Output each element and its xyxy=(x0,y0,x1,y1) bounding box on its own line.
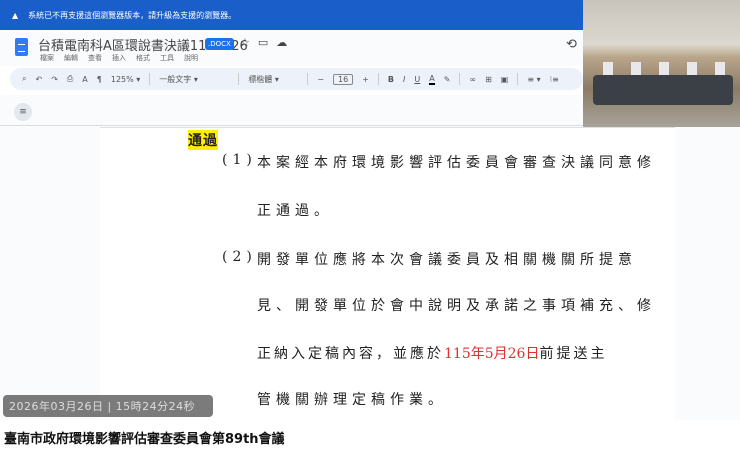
zoom-value: 125% xyxy=(110,74,134,84)
item1-line1: 本案經本府環境影響評估委員會審查決議同意修 xyxy=(257,155,656,171)
menu-view[interactable]: 查看 xyxy=(88,53,102,63)
menu-file[interactable]: 檔案 xyxy=(40,53,54,63)
line-spacing-icon[interactable]: ⁝≡ xyxy=(550,75,559,84)
redo-icon[interactable]: ↷ xyxy=(51,75,58,84)
warning-icon: ▲ xyxy=(12,10,19,20)
video-caption: 臺南市政府環境影響評估審查委員會第89th會議 xyxy=(4,432,285,447)
toolbar: ⌕ ↶ ↷ ⎙ A ¶ 125% ▾ 一般文字 ▾ 標楷體 ▾ − 16 + B… xyxy=(10,68,583,90)
deadline-date: 115年5月26日 xyxy=(444,346,540,362)
underline-icon[interactable]: U xyxy=(414,75,420,84)
unsupported-browser-banner: ▲ 系統已不再支援這個瀏覽器版本，請升級為支援的瀏覽器。 xyxy=(0,0,583,30)
menu-tools[interactable]: 工具 xyxy=(160,53,174,63)
style-value: 一般文字 xyxy=(159,74,192,84)
italic-icon[interactable]: I xyxy=(403,75,405,84)
menu-insert[interactable]: 插入 xyxy=(112,53,126,63)
meeting-video-feed xyxy=(583,0,740,127)
docx-badge: .DOCX xyxy=(205,38,234,50)
highlight-icon[interactable]: ✎ xyxy=(444,75,451,84)
menu-edit[interactable]: 編輯 xyxy=(64,53,78,63)
banner-text: 系統已不再支援這個瀏覽器版本，請升級為支援的瀏覽器。 xyxy=(28,10,237,20)
link-icon[interactable]: ∞ xyxy=(469,75,476,84)
item2-line1: 開發單位應將本次會議委員及相關機關所提意 xyxy=(257,252,637,268)
undo-icon[interactable]: ↶ xyxy=(35,75,42,84)
item2-line3-end: 前提送主 xyxy=(539,346,608,362)
align-icon[interactable]: ≡ ▾ xyxy=(527,75,540,84)
star-icon[interactable]: ☆ xyxy=(240,36,250,49)
menu-bar: 檔案 編輯 查看 插入 格式 工具 說明 xyxy=(40,53,198,63)
version-history-icon[interactable]: ⟲ xyxy=(566,37,577,52)
increase-font-button[interactable]: + xyxy=(362,75,369,84)
heading-highlighted: 通過 xyxy=(188,130,218,150)
divider xyxy=(238,73,240,85)
divider xyxy=(149,73,151,85)
print-icon[interactable]: ⎙ xyxy=(67,74,73,84)
search-icon[interactable]: ⌕ xyxy=(22,74,26,84)
comment-icon[interactable]: ⊞ xyxy=(485,75,492,84)
item2-line4: 管機關辦理定稿作業。 xyxy=(257,392,447,408)
meeting-table xyxy=(593,75,733,105)
item2-number: (2) xyxy=(222,249,257,265)
divider xyxy=(517,73,519,85)
text-color-icon[interactable]: A xyxy=(429,74,435,85)
divider xyxy=(459,73,461,85)
outline-icon[interactable]: ≡ xyxy=(14,103,32,121)
font-select[interactable]: 標楷體 ▾ xyxy=(248,74,298,85)
timestamp-overlay: 2026年03月26日 | 15時24分24秒 xyxy=(3,395,213,417)
zoom-select[interactable]: 125% ▾ xyxy=(111,75,140,84)
docs-logo-icon[interactable] xyxy=(15,38,28,56)
menu-help[interactable]: 說明 xyxy=(184,53,198,63)
divider xyxy=(377,73,379,85)
bold-icon[interactable]: B xyxy=(388,75,394,84)
item2-line2: 見、開發單位於會中說明及承諾之事項補充、修 xyxy=(257,298,656,314)
spellcheck-icon[interactable]: A xyxy=(82,75,87,84)
item1-line2: 正通過。 xyxy=(257,203,333,219)
font-size-input[interactable]: 16 xyxy=(333,73,354,85)
item2-line3-text: 正納入定稿內容，並應於 xyxy=(257,346,444,362)
image-icon[interactable]: ▣ xyxy=(501,75,509,84)
item2-line3: 正納入定稿內容，並應於115年5月26日前提送主 xyxy=(257,343,607,363)
style-select[interactable]: 一般文字 ▾ xyxy=(159,74,229,85)
menu-format[interactable]: 格式 xyxy=(136,53,150,63)
font-value: 標楷體 xyxy=(248,74,273,84)
document-page[interactable] xyxy=(100,127,675,427)
item1-number: (1) xyxy=(222,152,257,168)
decrease-font-button[interactable]: − xyxy=(317,75,324,84)
divider xyxy=(307,73,309,85)
cloud-status-icon[interactable]: ☁ xyxy=(276,36,287,49)
move-folder-icon[interactable]: ▭ xyxy=(258,36,268,49)
paint-format-icon[interactable]: ¶ xyxy=(97,75,102,84)
docs-header: 台積電南科A區環說書決議1150326 .DOCX ☆ ▭ ☁ 檔案 編輯 查看 插… xyxy=(0,30,583,66)
